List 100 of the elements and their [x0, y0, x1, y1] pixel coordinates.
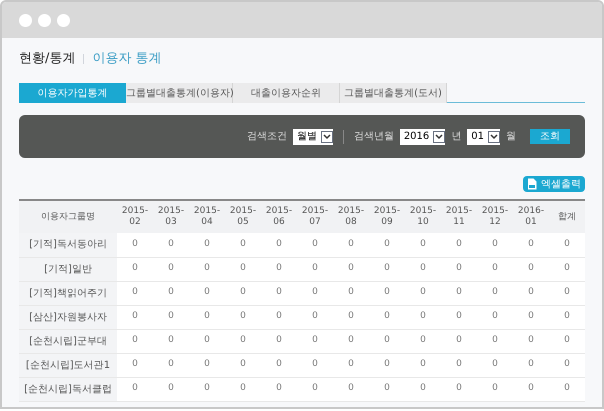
table-cell: 0 — [477, 233, 513, 257]
table-cell: 0 — [369, 329, 405, 353]
table-cell: 0 — [513, 233, 549, 257]
column-header: 2015-04 — [189, 200, 225, 233]
table-cell: 0 — [405, 377, 441, 401]
table-cell: 0 — [369, 257, 405, 281]
table-cell: 0 — [189, 281, 225, 305]
table-cell: 0 — [117, 329, 153, 353]
table-cell: 0 — [333, 377, 369, 401]
table-cell: 0 — [549, 377, 585, 401]
table-cell: 0 — [549, 305, 585, 329]
group-name-cell: [순천시립]도서관1 — [19, 353, 117, 377]
table-cell: 0 — [513, 281, 549, 305]
table-cell: 0 — [405, 233, 441, 257]
table-cell: 0 — [549, 233, 585, 257]
table-cell: 0 — [405, 329, 441, 353]
period-label: 검색년월 — [354, 130, 394, 144]
column-header: 2015-11 — [441, 200, 477, 233]
tab[interactable]: 그룹별대출통계(이용자) — [126, 83, 233, 103]
table-cell: 0 — [261, 281, 297, 305]
table-cell: 0 — [297, 329, 333, 353]
table-cell: 0 — [441, 233, 477, 257]
table-cell: 0 — [297, 353, 333, 377]
table-cell: 0 — [117, 257, 153, 281]
table-cell: 0 — [225, 233, 261, 257]
table-cell: 0 — [405, 305, 441, 329]
table-cell: 0 — [153, 329, 189, 353]
month-select[interactable]: 01 — [467, 128, 500, 144]
column-header: 2015-08 — [333, 200, 369, 233]
table-cell: 0 — [513, 329, 549, 353]
table-cell: 0 — [405, 257, 441, 281]
group-name-cell: [순천시립]독서클럽 — [19, 377, 117, 401]
table-cell: 0 — [297, 377, 333, 401]
table-cell: 0 — [225, 377, 261, 401]
table-cell: 0 — [225, 305, 261, 329]
table-cell: 0 — [549, 353, 585, 377]
table-cell: 0 — [477, 281, 513, 305]
table-cell: 0 — [189, 377, 225, 401]
table-cell: 0 — [189, 353, 225, 377]
table-cell: 0 — [297, 233, 333, 257]
table-cell: 0 — [333, 353, 369, 377]
table-cell: 0 — [513, 353, 549, 377]
table-cell: 0 — [153, 257, 189, 281]
table-cell: 0 — [549, 329, 585, 353]
table-cell: 0 — [477, 353, 513, 377]
column-header: 합계 — [549, 200, 585, 233]
column-header: 2015-05 — [225, 200, 261, 233]
table-cell: 0 — [153, 281, 189, 305]
table-cell: 0 — [117, 281, 153, 305]
table-cell: 0 — [117, 233, 153, 257]
column-header: 이용자그룹명 — [19, 200, 117, 233]
table-cell: 0 — [117, 305, 153, 329]
table-cell: 0 — [153, 233, 189, 257]
table-cell: 0 — [513, 305, 549, 329]
table-cell: 0 — [297, 305, 333, 329]
group-name-cell: [순천시립]군부대 — [19, 329, 117, 353]
table-cell: 0 — [297, 257, 333, 281]
table-cell: 0 — [261, 233, 297, 257]
table-cell: 0 — [189, 305, 225, 329]
group-name-cell: [삼산]자원봉사자 — [19, 305, 117, 329]
table-cell: 0 — [369, 353, 405, 377]
table-cell: 0 — [117, 377, 153, 401]
table-cell: 0 — [369, 233, 405, 257]
column-header: 2015-07 — [297, 200, 333, 233]
table-cell: 0 — [333, 281, 369, 305]
year-select[interactable]: 2016 — [400, 128, 446, 144]
column-header: 2015-03 — [153, 200, 189, 233]
table-cell: 0 — [153, 377, 189, 401]
table-cell: 0 — [189, 329, 225, 353]
table-cell: 0 — [189, 257, 225, 281]
table-cell: 0 — [405, 281, 441, 305]
tab[interactable]: 대출이용자순위 — [233, 83, 340, 103]
table-cell: 0 — [261, 353, 297, 377]
table-cell: 0 — [333, 233, 369, 257]
page-title: 이용자 통계 — [92, 50, 162, 68]
column-header: 2015-10 — [405, 200, 441, 233]
table-cell: 0 — [441, 353, 477, 377]
year-unit: 년 — [451, 130, 462, 144]
condition-label: 검색조건 — [246, 130, 287, 144]
tab[interactable]: 그룹별대출통계(도서) — [340, 83, 447, 103]
table-cell: 0 — [153, 353, 189, 377]
table-cell: 0 — [405, 353, 441, 377]
table-cell: 0 — [441, 257, 477, 281]
table-cell: 0 — [441, 329, 477, 353]
table-cell: 0 — [477, 257, 513, 281]
table-cell: 0 — [225, 281, 261, 305]
column-header: 2015-06 — [261, 200, 297, 233]
table-cell: 0 — [333, 305, 369, 329]
table-cell: 0 — [369, 377, 405, 401]
table-cell: 0 — [333, 329, 369, 353]
table-cell: 0 — [261, 377, 297, 401]
condition-select[interactable]: 월별 — [292, 128, 333, 144]
table-cell: 0 — [261, 305, 297, 329]
table-cell: 0 — [117, 353, 153, 377]
group-name-cell: [기적]일반 — [19, 257, 117, 281]
table-cell: 0 — [333, 257, 369, 281]
table-cell: 0 — [369, 305, 405, 329]
table-cell: 0 — [261, 329, 297, 353]
table-cell: 0 — [441, 281, 477, 305]
table-cell: 0 — [549, 281, 585, 305]
